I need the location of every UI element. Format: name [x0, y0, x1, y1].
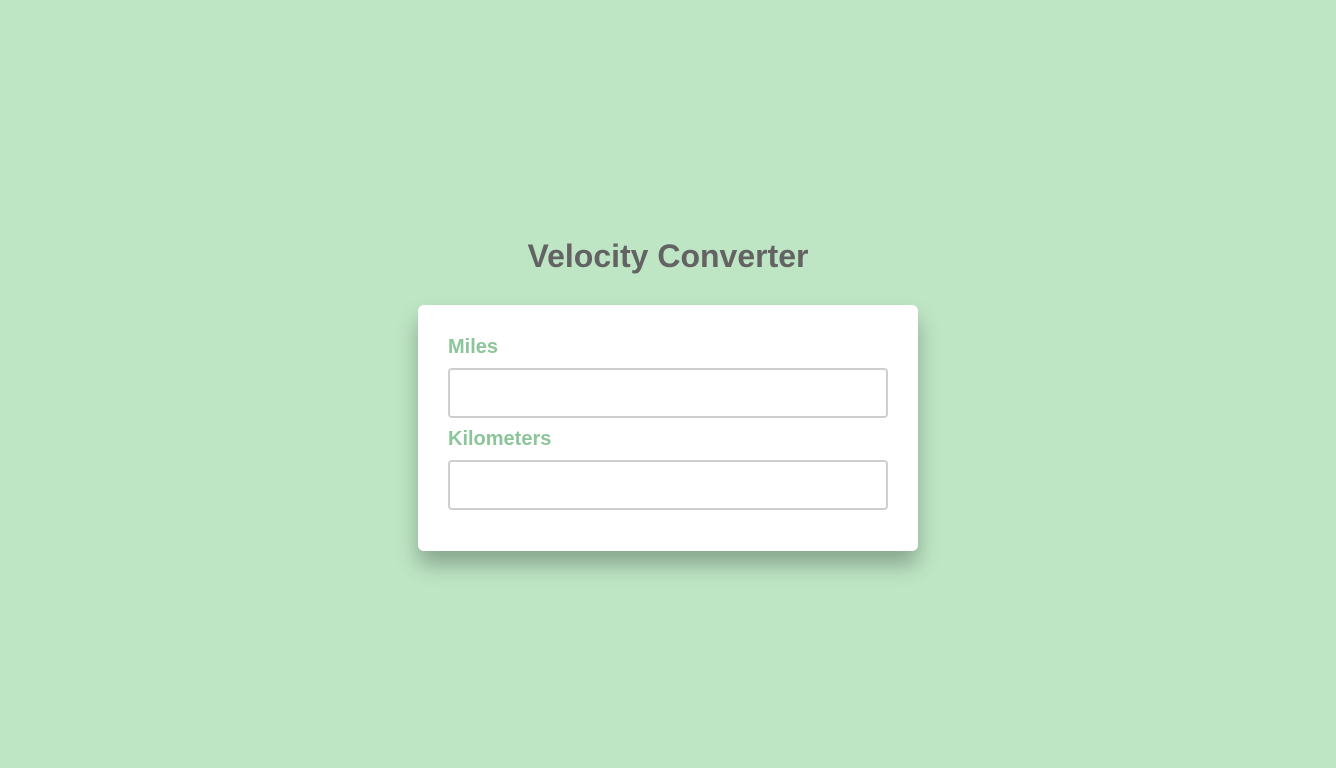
miles-label: Miles: [448, 336, 499, 358]
page-title: Velocity Converter: [527, 238, 809, 274]
kilometers-input[interactable]: [448, 460, 888, 510]
kilometers-label: Kilometers: [448, 428, 552, 450]
converter-card: Miles Kilometers: [418, 305, 918, 551]
miles-input[interactable]: [448, 368, 888, 418]
